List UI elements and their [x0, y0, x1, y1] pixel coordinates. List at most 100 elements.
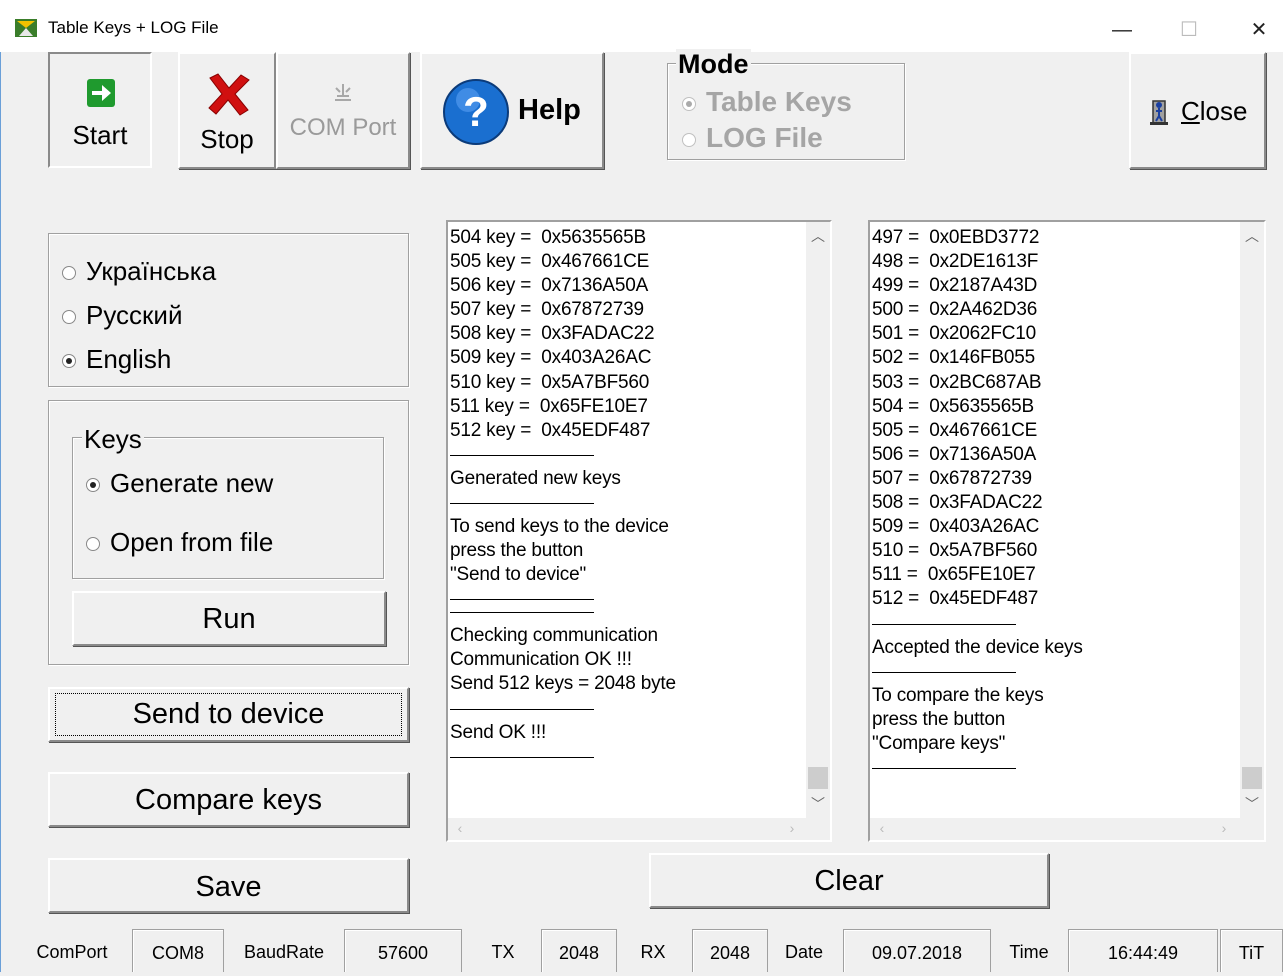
log-separator [450, 599, 594, 601]
log-line: 507 key = 0x67872739 [450, 299, 644, 321]
log-line: 509 key = 0x403A26AC [450, 347, 652, 369]
window-title: Table Keys + LOG File [48, 18, 219, 37]
language-radio-english[interactable]: English [62, 344, 171, 375]
compare-keys-label: Compare keys [135, 784, 322, 816]
close-button[interactable]: Close [1129, 52, 1266, 169]
scroll-left-icon: ‹ [457, 820, 463, 836]
help-question-icon: ? [442, 78, 510, 146]
svg-text:?: ? [463, 88, 489, 135]
right-vertical-scrollbar[interactable]: ︿ ﹀ [1240, 222, 1264, 818]
log-separator [450, 708, 594, 710]
status-baudrate-label: BaudRate [243, 942, 325, 962]
mode-group-label: Mode [676, 49, 751, 80]
keys-group-label: Keys [82, 424, 144, 455]
mode-radio-log-file: LOG File [682, 122, 823, 154]
minimize-icon: — [1112, 19, 1132, 41]
log-line: "Send to device" [450, 564, 586, 586]
minimize-button[interactable]: — [1099, 12, 1145, 48]
log-line: 504 = 0x5635565B [872, 395, 1034, 417]
status-tx-value: 2048 [541, 929, 617, 972]
scroll-right-icon: › [789, 820, 795, 836]
log-line: 499 = 0x2187A43D [872, 275, 1038, 297]
keys-radio-open-from-file[interactable]: Open from file [86, 527, 273, 558]
door-exit-icon [1148, 98, 1170, 126]
log-line: Accepted the device keys [872, 636, 1083, 658]
keys-radio-generate-new[interactable]: Generate new [86, 468, 273, 499]
run-label: Run [202, 603, 256, 635]
status-rx-label: RX [640, 942, 666, 962]
status-baudrate-value: 57600 [344, 929, 462, 972]
start-arrow-icon [86, 78, 116, 108]
log-separator [450, 756, 594, 758]
log-line: 506 = 0x7136A50A [872, 443, 1037, 465]
app-icon [14, 16, 40, 40]
log-line: To compare the keys [872, 684, 1044, 706]
right-horizontal-scrollbar[interactable]: ‹ › [870, 818, 1264, 840]
scroll-down-icon[interactable]: ﹀ [1240, 794, 1264, 814]
left-vertical-scrollbar[interactable]: ︿ ﹀ [806, 222, 830, 818]
log-separator [450, 502, 594, 504]
send-to-device-button[interactable]: Send to device [48, 687, 409, 742]
right-log-memo[interactable]: 497 = 0x0EBD3772 498 = 0x2DE1613F 499 = 0x… [868, 220, 1266, 842]
window-close-button[interactable]: ✕ [1236, 12, 1282, 48]
log-line: 511 key = 0x65FE10E7 [450, 395, 648, 417]
start-button[interactable]: Start [48, 52, 152, 168]
log-line: 500 = 0x2A462D36 [872, 299, 1038, 321]
left-log-memo[interactable]: 504 key = 0x5635565B 505 key = 0x467661CE… [446, 220, 832, 842]
log-line: press the button [450, 540, 584, 562]
log-separator [872, 767, 1016, 769]
close-icon: ✕ [1250, 19, 1268, 41]
status-tit-label: TiT [1220, 929, 1283, 972]
log-separator [872, 623, 1016, 625]
log-line: 501 = 0x2062FC10 [872, 323, 1037, 345]
log-line: 506 key = 0x7136A50A [450, 275, 649, 297]
log-line: 502 = 0x146FB055 [872, 347, 1035, 369]
log-line: 512 = 0x45EDF487 [872, 588, 1039, 610]
status-comport-value: COM8 [132, 929, 224, 972]
scroll-up-icon[interactable]: ︿ [1240, 226, 1264, 246]
clear-button[interactable]: Clear [649, 853, 1049, 908]
window-left-edge [0, 52, 12, 972]
stop-button[interactable]: Stop [178, 52, 276, 169]
radio-indicator [86, 537, 100, 552]
keys-option-label: Open from file [110, 527, 274, 557]
help-label: Help [518, 94, 581, 126]
radio-indicator [62, 310, 76, 325]
log-line: 503 = 0x2BC687AB [872, 371, 1042, 393]
language-radio-ukrainian[interactable]: Українська [62, 256, 216, 287]
close-label-rest: lose [1199, 96, 1248, 126]
mode-option-label: Table Keys [706, 86, 852, 117]
log-line: 512 key = 0x45EDF487 [450, 419, 651, 441]
focus-rect [55, 693, 402, 736]
scroll-up-icon[interactable]: ︿ [806, 226, 830, 246]
log-line: Checking communication [450, 625, 658, 647]
log-line: 511 = 0x65FE10E7 [872, 564, 1036, 586]
left-log-text: 504 key = 0x5635565B 505 key = 0x467661CE… [450, 226, 676, 769]
status-date-label: Date [784, 942, 824, 962]
language-option-label: Українська [86, 256, 217, 286]
log-line: Communication OK !!! [450, 649, 632, 671]
stop-x-icon [206, 72, 252, 116]
compare-keys-button[interactable]: Compare keys [48, 772, 409, 827]
stop-label: Stop [200, 124, 254, 154]
language-radio-russian[interactable]: Русский [62, 300, 182, 331]
mode-option-label: LOG File [706, 122, 823, 153]
scroll-thumb[interactable] [808, 767, 828, 789]
maximize-button: ☐ [1166, 12, 1212, 48]
left-horizontal-scrollbar[interactable]: ‹ › [448, 818, 830, 840]
scroll-thumb[interactable] [1242, 767, 1262, 789]
scroll-down-icon[interactable]: ﹀ [806, 794, 830, 814]
run-button[interactable]: Run [72, 591, 386, 646]
radio-indicator [62, 266, 76, 281]
right-log-text: 497 = 0x0EBD3772 498 = 0x2DE1613F 499 = 0x… [872, 226, 1083, 780]
status-date-value: 09.07.2018 [843, 929, 991, 972]
log-line: "Compare keys" [872, 732, 1006, 754]
save-button[interactable]: Save [48, 858, 409, 913]
status-comport-label: ComPort [36, 942, 108, 962]
help-button[interactable]: ? Help [420, 52, 604, 169]
maximize-icon: ☐ [1180, 19, 1198, 41]
log-line: 508 = 0x3FADAC22 [872, 492, 1043, 514]
radio-indicator [62, 354, 76, 369]
status-time-label: Time [1009, 942, 1049, 962]
log-line: 504 key = 0x5635565B [450, 227, 646, 248]
